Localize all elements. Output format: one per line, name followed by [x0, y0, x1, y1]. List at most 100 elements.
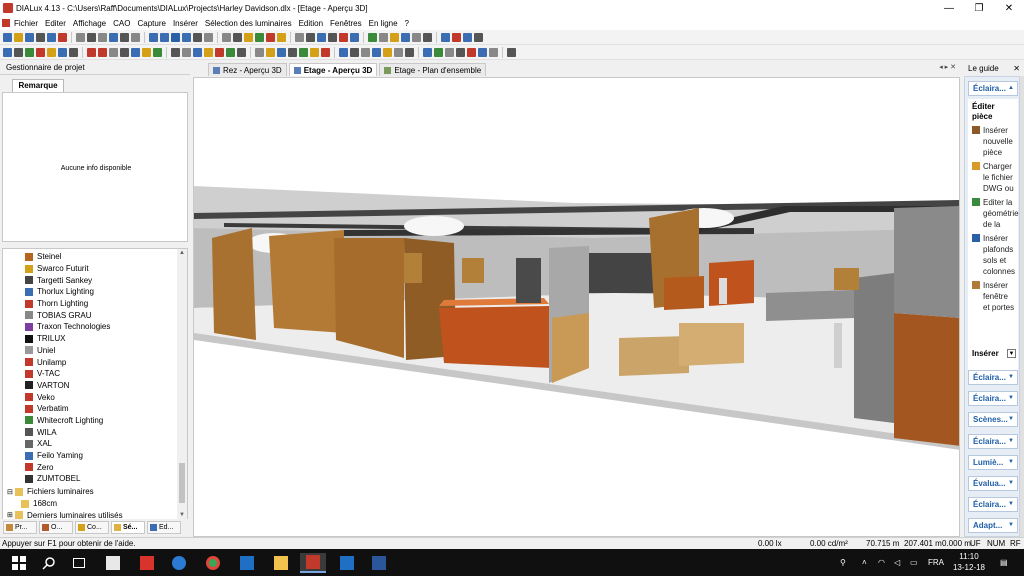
toolbar-tool-icon[interactable] — [401, 32, 410, 42]
toolbar-tool-icon[interactable] — [25, 47, 34, 57]
tab-remarque[interactable]: Remarque — [12, 79, 64, 92]
tab-projet[interactable]: Pr... — [3, 520, 37, 534]
toolbar-tool-icon[interactable] — [182, 47, 191, 57]
toolbar-tool-icon[interactable] — [36, 32, 45, 42]
toolbar-tool-icon[interactable] — [87, 47, 96, 57]
toolbar-tool-icon[interactable] — [215, 47, 224, 57]
toolbar-tool-icon[interactable] — [3, 47, 12, 57]
wifi-icon[interactable]: ◠ — [878, 549, 885, 576]
tree-item-manufacturer[interactable]: Feilo Yaming — [25, 450, 175, 462]
menu-editer[interactable]: Editer — [45, 19, 66, 28]
toolbar-tool-icon[interactable] — [299, 47, 308, 57]
toolbar-tool-icon[interactable] — [339, 32, 348, 42]
tree-item-manufacturer[interactable]: WILA — [25, 426, 175, 438]
toolbar-tool-icon[interactable] — [321, 47, 330, 57]
toolbar-tool-icon[interactable] — [182, 32, 191, 42]
taskbar-explorer[interactable] — [268, 553, 294, 573]
toolbar-tool-icon[interactable] — [222, 32, 231, 42]
taskbar-edge[interactable] — [166, 553, 192, 573]
tree-item-manufacturer[interactable]: Unilamp — [25, 356, 175, 368]
people-icon[interactable]: ⚲ — [840, 549, 846, 576]
guide-category[interactable]: Lumiè... ▼ — [968, 454, 1018, 470]
toolbar-tool-icon[interactable] — [255, 32, 264, 42]
toolbar-tool-icon[interactable] — [160, 32, 169, 42]
guide-category[interactable]: Éclaira... ▼ — [968, 391, 1018, 407]
menu-edition[interactable]: Edition — [299, 19, 323, 28]
toolbar-tool-icon[interactable] — [14, 47, 23, 57]
tree-folder-168cm[interactable]: 168cm — [7, 498, 167, 510]
3d-scene[interactable] — [194, 78, 960, 537]
guide-close-icon[interactable]: ✕ — [1013, 64, 1020, 73]
tree-item-manufacturer[interactable]: VARTON — [25, 380, 175, 392]
toolbar-tool-icon[interactable] — [58, 32, 67, 42]
toolbar-tool-icon[interactable] — [423, 32, 432, 42]
menu-en-ligne[interactable]: En ligne — [369, 19, 398, 28]
scroll-thumb[interactable] — [179, 463, 185, 503]
toolbar-tool-icon[interactable] — [36, 47, 45, 57]
toolbar-tool-icon[interactable] — [171, 32, 180, 42]
toolbar-tool-icon[interactable] — [226, 47, 235, 57]
guide-category[interactable]: Évalua... ▼ — [968, 476, 1018, 491]
toolbar-tool-icon[interactable] — [489, 47, 498, 57]
tab-etage-plan-ensemble[interactable]: Etage - Plan d'ensemble — [379, 63, 487, 76]
guide-load-dwg[interactable]: Charger le fichier DWG ou — [972, 161, 1016, 194]
scroll-down-arrow-icon[interactable]: ▼ — [179, 512, 185, 518]
toolbar-tool-icon[interactable] — [255, 47, 264, 57]
toolbar-tool-icon[interactable] — [507, 47, 516, 57]
menu-affichage[interactable]: Affichage — [73, 19, 106, 28]
toolbar-tool-icon[interactable] — [3, 32, 12, 42]
toolbar-tool-icon[interactable] — [441, 32, 450, 42]
right-scrollbar[interactable] — [1020, 76, 1024, 537]
toolbar-tool-icon[interactable] — [361, 47, 370, 57]
toolbar-tool-icon[interactable] — [405, 47, 414, 57]
task-view-button[interactable] — [66, 553, 92, 573]
toolbar-tool-icon[interactable] — [193, 47, 202, 57]
tree-item-manufacturer[interactable]: Traxon Technologies — [25, 321, 175, 333]
toolbar-tool-icon[interactable] — [474, 32, 483, 42]
guide-edit-geometry[interactable]: Editer la géométrie de la — [972, 197, 1019, 230]
taskbar-outlook[interactable] — [234, 553, 260, 573]
tree-item-manufacturer[interactable]: Zero — [25, 461, 175, 473]
tab-navigation-controls[interactable]: ◂ ▸ ✕ — [939, 63, 956, 71]
guide-category[interactable]: Scènes... ▼ — [968, 412, 1018, 428]
toolbar-tool-icon[interactable] — [47, 32, 56, 42]
toolbar-tool-icon[interactable] — [277, 47, 286, 57]
collapse-icon[interactable]: ⊟ — [7, 488, 15, 496]
guide-insert-windows[interactable]: Insérer fenêtre et portes — [972, 280, 1016, 313]
tree-item-manufacturer[interactable]: Verbatim — [25, 403, 175, 415]
taskbar-word[interactable] — [366, 553, 392, 573]
guide-category-top[interactable]: Éclaira... ▲ — [968, 81, 1018, 96]
toolbar-tool-icon[interactable] — [204, 32, 213, 42]
menu-capture[interactable]: Capture — [137, 19, 165, 28]
taskbar-dialux[interactable] — [300, 553, 326, 573]
toolbar-tool-icon[interactable] — [452, 32, 461, 42]
document-icon[interactable] — [2, 19, 10, 27]
tree-item-manufacturer[interactable]: Veko — [25, 391, 175, 403]
taskbar-clock[interactable]: 11:10 13-12-18 — [944, 551, 994, 573]
taskbar-store[interactable] — [100, 553, 126, 573]
toolbar-tool-icon[interactable] — [131, 47, 140, 57]
taskbar-outlook-2[interactable] — [334, 553, 360, 573]
toolbar-tool-icon[interactable] — [390, 32, 399, 42]
tab-edition[interactable]: Ed... — [147, 520, 181, 534]
volume-icon[interactable]: ◁ — [894, 549, 900, 576]
toolbar-tool-icon[interactable] — [467, 47, 476, 57]
3d-viewport[interactable] — [193, 77, 960, 537]
tree-scrollbar[interactable]: ▲ ▼ — [177, 249, 187, 519]
toolbar-tool-icon[interactable] — [131, 32, 140, 42]
toolbar-tool-icon[interactable] — [306, 32, 315, 42]
tree-item-manufacturer[interactable]: V-TAC — [25, 368, 175, 380]
tree-item-manufacturer[interactable]: TRILUX — [25, 333, 175, 345]
language-indicator[interactable]: FRA — [928, 549, 944, 576]
tree-item-manufacturer[interactable]: Thorn Lighting — [25, 298, 175, 310]
toolbar-tool-icon[interactable] — [295, 32, 304, 42]
tree-item-manufacturer[interactable]: Steinel — [25, 251, 175, 263]
guide-category[interactable]: Adapt... ▼ — [968, 518, 1018, 534]
tree-item-manufacturer[interactable]: ZUMTOBEL — [25, 473, 175, 485]
toolbar-tool-icon[interactable] — [120, 47, 129, 57]
tree-item-manufacturer[interactable]: XAL — [25, 438, 175, 450]
toolbar-tool-icon[interactable] — [368, 32, 377, 42]
tab-objets[interactable]: O... — [39, 520, 73, 534]
guide-category[interactable]: Éclaira... ▼ — [968, 497, 1018, 513]
minimize-button[interactable]: — — [934, 0, 964, 16]
